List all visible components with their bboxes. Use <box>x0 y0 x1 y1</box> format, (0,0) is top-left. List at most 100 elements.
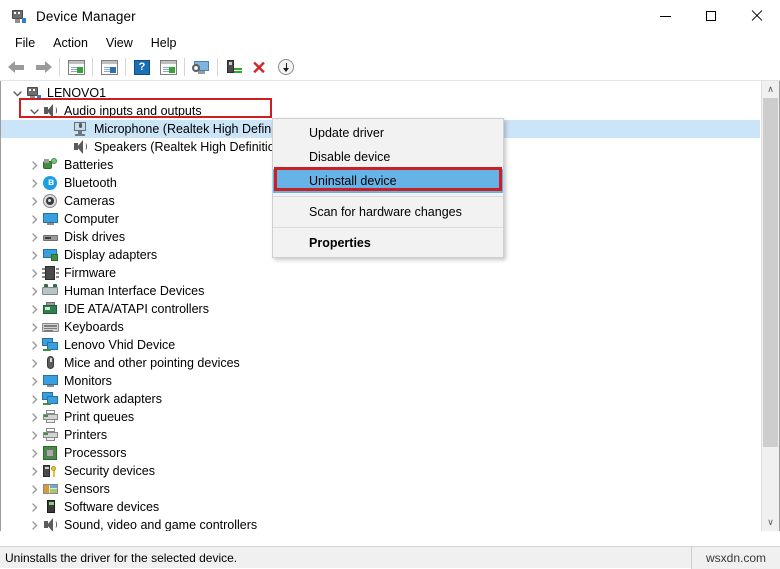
battery-icon <box>42 157 59 173</box>
scan-monitor-button[interactable] <box>188 55 214 79</box>
toolbar-separator <box>125 58 126 76</box>
chevron-down-icon[interactable] <box>9 84 25 102</box>
close-icon <box>751 10 763 22</box>
download-icon <box>278 59 294 75</box>
toolbar-separator <box>59 58 60 76</box>
context-menu[interactable]: Update driver Disable device Uninstall dev… <box>272 118 504 258</box>
minimize-icon <box>659 15 671 17</box>
tree-item-software-devices[interactable]: Software devices <box>1 498 760 516</box>
printer-icon <box>42 427 59 443</box>
tree-item-print-queues[interactable]: Print queues <box>1 408 760 426</box>
tree-item-security-devices[interactable]: Security devices <box>1 462 760 480</box>
add-legacy-hardware-button[interactable] <box>221 55 247 79</box>
chevron-right-icon[interactable] <box>26 462 42 480</box>
chevron-right-icon[interactable] <box>26 174 42 192</box>
toolbar-separator <box>184 58 185 76</box>
chevron-right-icon[interactable] <box>26 444 42 462</box>
tree-item-label: Security devices <box>64 464 156 478</box>
tree-item-label: Sensors <box>64 482 110 496</box>
context-menu-item-scan-for-hardware-changes[interactable]: Scan for hardware changes <box>273 200 503 224</box>
tree-item-printers[interactable]: Printers <box>1 426 760 444</box>
scroll-down-button[interactable]: ∨ <box>762 514 779 531</box>
menu-action[interactable]: Action <box>44 34 97 52</box>
chevron-right-icon[interactable] <box>26 408 42 426</box>
toolbar: ? ✕ <box>0 54 780 81</box>
vhid-device-icon <box>42 337 59 353</box>
chevron-right-icon[interactable] <box>26 516 42 531</box>
tree-item-label: Bluetooth <box>64 176 117 190</box>
tree-item-monitors[interactable]: Monitors <box>1 372 760 390</box>
chevron-right-icon[interactable] <box>26 300 42 318</box>
context-menu-item-properties[interactable]: Properties <box>273 231 503 255</box>
menu-view[interactable]: View <box>97 34 142 52</box>
speaker-icon <box>72 139 89 155</box>
tree-item-lenovo1[interactable]: LENOVO1 <box>1 84 760 102</box>
tree-item-label: Software devices <box>64 500 160 514</box>
tree-item-sound-video-and-game-controllers[interactable]: Sound, video and game controllers <box>1 516 760 531</box>
maximize-button[interactable] <box>688 0 734 32</box>
tree-item-label: Computer <box>64 212 119 226</box>
chevron-right-icon[interactable] <box>26 480 42 498</box>
scrollbar-thumb[interactable] <box>763 98 778 448</box>
chevron-right-icon[interactable] <box>26 246 42 264</box>
chevron-right-icon[interactable] <box>26 192 42 210</box>
tree-item-firmware[interactable]: Firmware <box>1 264 760 282</box>
forward-button[interactable] <box>30 55 56 79</box>
context-menu-item-disable-device[interactable]: Disable device <box>273 145 503 169</box>
tree-item-label: Lenovo Vhid Device <box>64 338 176 352</box>
chevron-right-icon[interactable] <box>26 354 42 372</box>
tree-item-label: Printers <box>64 428 108 442</box>
uninstall-device-button[interactable]: ✕ <box>247 55 273 79</box>
tree-item-label: Display adapters <box>64 248 158 262</box>
help-button[interactable]: ? <box>129 55 155 79</box>
chevron-right-icon[interactable] <box>26 228 42 246</box>
chevron-right-icon[interactable] <box>26 498 42 516</box>
maximize-icon <box>706 11 716 21</box>
chevron-right-icon[interactable] <box>26 390 42 408</box>
scan-monitor-icon <box>192 60 210 75</box>
menu-file[interactable]: File <box>6 34 44 52</box>
watermark: wsxdn.com <box>691 547 780 569</box>
help-icon: ? <box>134 59 150 75</box>
chevron-right-icon[interactable] <box>26 336 42 354</box>
chevron-right-icon[interactable] <box>26 426 42 444</box>
tree-item-label: LENOVO1 <box>47 86 107 100</box>
download-button[interactable] <box>273 55 299 79</box>
chevron-right-icon[interactable] <box>26 210 42 228</box>
scroll-up-button[interactable]: ∧ <box>762 81 779 98</box>
tree-item-label: Human Interface Devices <box>64 284 205 298</box>
vertical-scrollbar[interactable]: ∧ ∨ <box>761 81 779 531</box>
show-hidden-devices-button[interactable] <box>63 55 89 79</box>
processor-icon <box>42 445 59 461</box>
uninstall-device-icon: ✕ <box>251 57 267 78</box>
update-driver-button[interactable] <box>155 55 181 79</box>
minimize-button[interactable] <box>642 0 688 32</box>
tree-item-label: Batteries <box>64 158 114 172</box>
tree-item-human-interface-devices[interactable]: Human Interface Devices <box>1 282 760 300</box>
context-menu-item-update-driver[interactable]: Update driver <box>273 121 503 145</box>
tree-item-keyboards[interactable]: Keyboards <box>1 318 760 336</box>
properties-button[interactable] <box>96 55 122 79</box>
menu-help[interactable]: Help <box>142 34 186 52</box>
back-button[interactable] <box>4 55 30 79</box>
printer-icon <box>42 409 59 425</box>
tree-item-processors[interactable]: Processors <box>1 444 760 462</box>
tree-item-lenovo-vhid-device[interactable]: Lenovo Vhid Device <box>1 336 760 354</box>
menu-bar: File Action View Help <box>0 32 780 54</box>
close-button[interactable] <box>734 0 780 32</box>
context-menu-item-uninstall-device[interactable]: Uninstall device <box>273 169 503 193</box>
scrollbar-track[interactable] <box>762 98 779 514</box>
chevron-right-icon[interactable] <box>26 318 42 336</box>
tree-item-label: Monitors <box>64 374 112 388</box>
chevron-right-icon[interactable] <box>26 156 42 174</box>
tree-item-network-adapters[interactable]: Network adapters <box>1 390 760 408</box>
chevron-right-icon[interactable] <box>26 372 42 390</box>
chevron-right-icon[interactable] <box>26 282 42 300</box>
chevron-down-icon[interactable] <box>26 102 42 120</box>
microphone-icon <box>72 121 89 137</box>
tree-item-mice-and-other-pointing-devices[interactable]: Mice and other pointing devices <box>1 354 760 372</box>
chevron-right-icon[interactable] <box>26 264 42 282</box>
tree-item-sensors[interactable]: Sensors <box>1 480 760 498</box>
tree-item-ide-ata-atapi-controllers[interactable]: IDE ATA/ATAPI controllers <box>1 300 760 318</box>
